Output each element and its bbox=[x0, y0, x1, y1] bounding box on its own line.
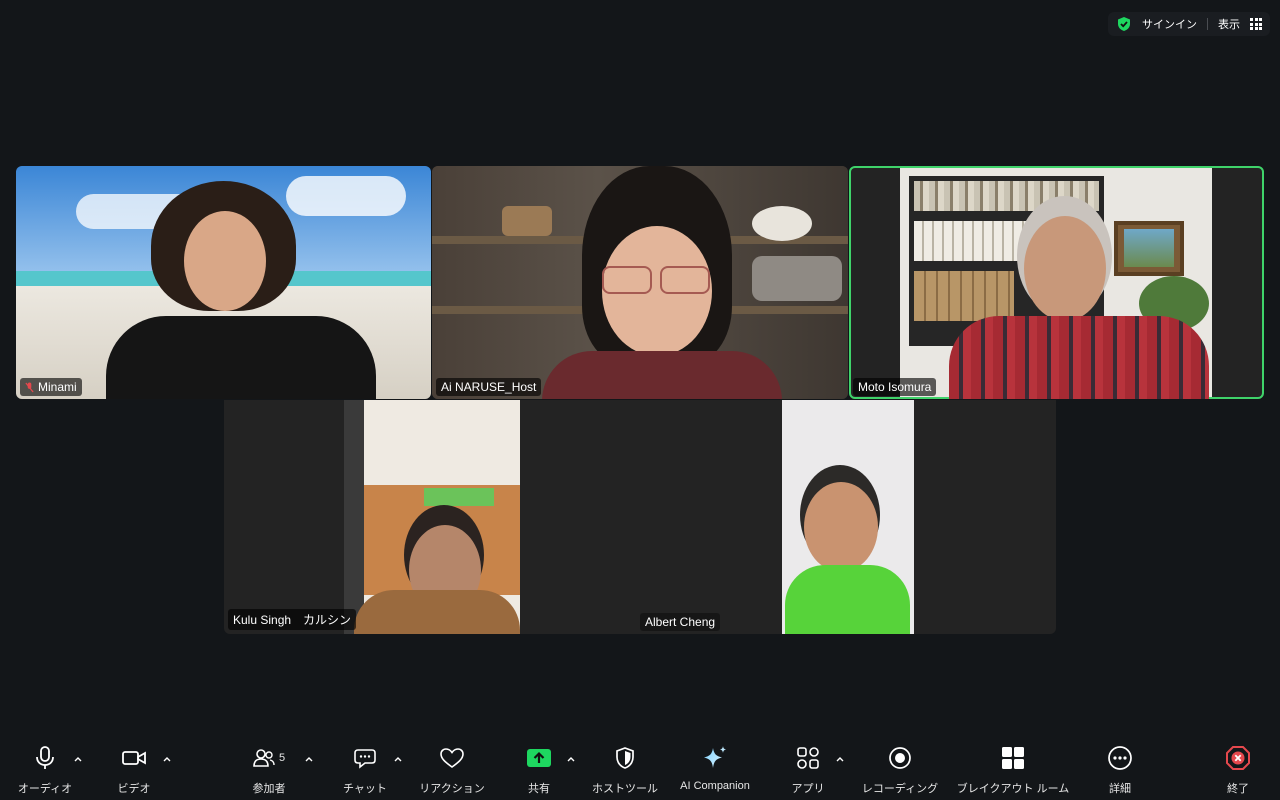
audio-label: オーディオ bbox=[17, 783, 73, 795]
more-button[interactable]: 詳細 bbox=[1102, 740, 1138, 800]
participants-label: 参加者 bbox=[252, 783, 286, 795]
host-tools-label: ホストツール bbox=[592, 783, 658, 795]
microphone-icon bbox=[36, 746, 54, 769]
ai-companion-button[interactable]: AI Companion bbox=[673, 740, 757, 800]
audio-options-chevron-up-icon[interactable] bbox=[73, 754, 83, 764]
host-tools-button[interactable]: ホストツール bbox=[588, 740, 662, 800]
reactions-label: リアクション bbox=[419, 783, 485, 795]
apps-options-chevron-up-icon[interactable] bbox=[835, 754, 845, 764]
apps-label: アプリ bbox=[791, 783, 825, 795]
breakout-rooms-button[interactable]: ブレイクアウト ルーム bbox=[954, 740, 1072, 800]
video-label: ビデオ bbox=[117, 783, 151, 795]
video-tile-minami[interactable]: Minami bbox=[16, 166, 431, 399]
video-tile-kulu-singh[interactable]: Kulu Singh カルシン bbox=[224, 400, 520, 634]
divider bbox=[1207, 18, 1208, 30]
end-label: 終了 bbox=[1227, 783, 1249, 795]
video-tile-ai-naruse[interactable]: Ai NARUSE_Host bbox=[432, 166, 848, 399]
shield-icon bbox=[616, 747, 634, 769]
breakout-rooms-icon bbox=[1002, 747, 1024, 769]
record-label: レコーディング bbox=[861, 783, 939, 795]
apps-icon bbox=[797, 747, 819, 769]
participants-options-chevron-up-icon[interactable] bbox=[304, 754, 314, 764]
share-screen-button[interactable]: 共有 bbox=[520, 740, 558, 800]
shield-check-icon bbox=[1118, 17, 1130, 31]
grid-view-icon[interactable] bbox=[1250, 18, 1262, 30]
signin-link[interactable]: サインイン bbox=[1142, 16, 1197, 32]
top-status-bar: サインイン 表示 bbox=[1108, 12, 1270, 36]
meeting-window: サインイン 表示 Minami Ai NARUSE_Host Moto Isom… bbox=[0, 0, 1280, 800]
participants-count: 5 bbox=[278, 752, 286, 764]
muted-mic-icon bbox=[25, 382, 34, 392]
breakout-rooms-label: ブレイクアウト ルーム bbox=[956, 783, 1070, 795]
video-tile-moto-isomura[interactable]: Moto Isomura bbox=[849, 166, 1264, 399]
video-tile-albert-cheng[interactable]: Albert Cheng bbox=[520, 400, 1056, 634]
reactions-button[interactable]: リアクション bbox=[417, 740, 487, 800]
heart-icon bbox=[440, 748, 464, 768]
record-button[interactable]: レコーディング bbox=[858, 740, 942, 800]
chat-icon bbox=[354, 749, 376, 769]
video-camera-icon bbox=[122, 751, 146, 765]
more-ellipsis-icon bbox=[1108, 746, 1132, 770]
ai-companion-label: AI Companion bbox=[680, 780, 750, 792]
record-icon bbox=[889, 747, 911, 769]
sparkle-icon bbox=[704, 746, 726, 768]
video-button[interactable]: ビデオ bbox=[108, 740, 160, 800]
name-tag-minami: Minami bbox=[20, 378, 82, 396]
view-button[interactable]: 表示 bbox=[1218, 16, 1240, 32]
share-screen-icon bbox=[527, 749, 551, 767]
share-options-chevron-up-icon[interactable] bbox=[566, 754, 576, 764]
audio-button[interactable]: オーディオ bbox=[16, 740, 74, 800]
apps-button[interactable]: アプリ bbox=[788, 740, 828, 800]
name-tag-kulu-singh: Kulu Singh カルシン bbox=[228, 609, 357, 630]
more-label: 詳細 bbox=[1109, 783, 1131, 795]
participants-button[interactable]: 5 参加者 bbox=[246, 740, 292, 800]
chat-options-chevron-up-icon[interactable] bbox=[393, 754, 403, 764]
chat-label: チャット bbox=[343, 783, 387, 795]
participants-icon bbox=[253, 749, 275, 767]
name-tag-albert-cheng: Albert Cheng bbox=[640, 613, 721, 631]
name-tag-ai-naruse: Ai NARUSE_Host bbox=[436, 378, 542, 396]
chat-button[interactable]: チャット bbox=[340, 740, 390, 800]
video-options-chevron-up-icon[interactable] bbox=[162, 754, 172, 764]
end-meeting-button[interactable]: 終了 bbox=[1222, 740, 1254, 800]
end-meeting-icon bbox=[1226, 746, 1250, 770]
meeting-toolbar: オーディオ ビデオ 5 参加者 チャット リアクション 共有 ホストツール AI… bbox=[0, 740, 1280, 800]
share-label: 共有 bbox=[528, 783, 550, 795]
name-tag-moto-isomura: Moto Isomura bbox=[853, 378, 937, 396]
